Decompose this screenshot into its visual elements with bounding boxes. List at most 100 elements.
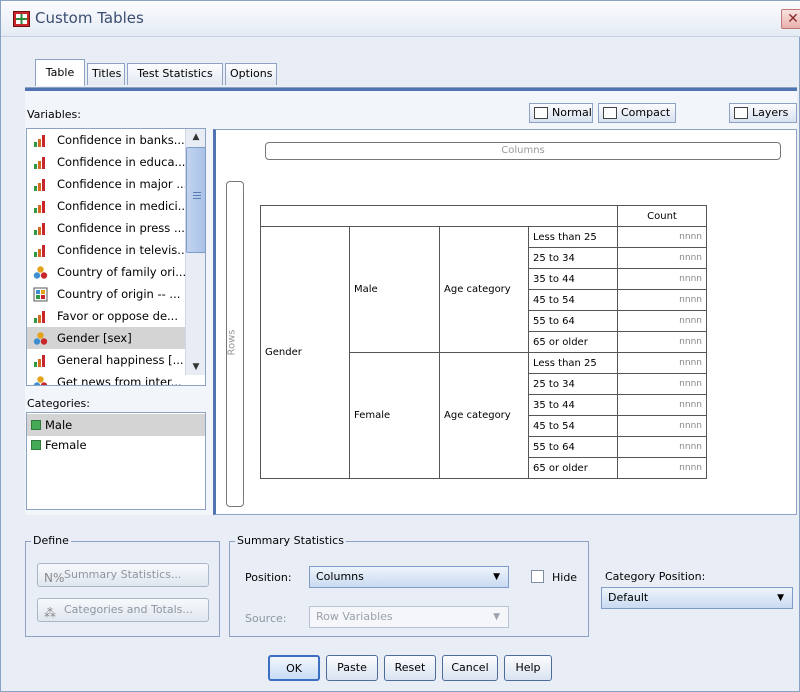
cancel-button[interactable]: Cancel	[442, 655, 498, 681]
category-cell: 65 or older	[528, 331, 618, 353]
normal-view-label: Normal	[552, 106, 592, 119]
count-cell: nnnn	[617, 331, 707, 353]
close-icon[interactable]: ✕	[787, 11, 799, 27]
count-cell: nnnn	[617, 436, 707, 458]
tab-options[interactable]: Options	[225, 63, 277, 85]
count-cell: nnnn	[617, 289, 707, 311]
rows-drop-zone[interactable]: Rows	[226, 181, 244, 507]
category-cell: 35 to 44	[528, 268, 618, 290]
variable-item[interactable]: General happiness [...	[27, 349, 192, 371]
count-cell: nnnn	[617, 373, 707, 395]
chevron-down-icon: ▼	[493, 572, 500, 582]
category-cell: Less than 25	[528, 226, 618, 248]
nested-variable-cell: Age category	[439, 352, 529, 479]
help-button[interactable]: Help	[504, 655, 552, 681]
count-header: Count	[617, 205, 707, 227]
count-cell: nnnn	[617, 352, 707, 374]
category-icon	[31, 440, 41, 450]
variable-item[interactable]: Confidence in medici...	[27, 195, 192, 217]
category-icon	[31, 420, 41, 430]
scale-icon	[33, 155, 48, 170]
title-bar: Custom Tables ✕	[1, 1, 800, 37]
variable-item[interactable]: Confidence in major ...	[27, 173, 192, 195]
category-item[interactable]: Male	[27, 414, 205, 436]
categories-totals-button-label: Categories and Totals...	[64, 603, 193, 616]
summary-statistics-button-label: Summary Statistics...	[64, 568, 182, 581]
columns-drop-zone[interactable]: Columns	[265, 142, 781, 160]
layers-button[interactable]: Layers	[729, 103, 797, 123]
scroll-thumb[interactable]	[186, 147, 206, 253]
hide-checkbox[interactable]	[531, 570, 544, 583]
category-cell: Less than 25	[528, 352, 618, 374]
tab-titles[interactable]: Titles	[87, 63, 125, 85]
category-label: Female	[45, 438, 87, 452]
variable-label: Country of family ori...	[57, 265, 187, 279]
paste-button[interactable]: Paste	[326, 655, 378, 681]
variable-item[interactable]: Country of origin -- ...	[27, 283, 192, 305]
category-cell: 45 to 54	[528, 289, 618, 311]
multiple-response-icon	[33, 287, 48, 302]
count-cell: nnnn	[617, 247, 707, 269]
position-dropdown[interactable]: Columns ▼	[309, 566, 509, 588]
categories-list[interactable]: Male Female	[26, 412, 206, 510]
scale-icon	[33, 221, 48, 236]
columns-drop-label: Columns	[501, 145, 545, 156]
chevron-down-icon: ▼	[493, 612, 500, 622]
variable-item[interactable]: Favor or oppose de...	[27, 305, 192, 327]
variable-label: Favor or oppose de...	[57, 309, 178, 323]
scroll-down-arrow-icon[interactable]: ▼	[186, 359, 206, 375]
variable-label: Country of origin -- ...	[57, 287, 181, 301]
variable-label: Confidence in educa...	[57, 155, 186, 169]
category-item[interactable]: Female	[27, 434, 205, 456]
nominal-icon	[33, 265, 48, 280]
scroll-up-arrow-icon[interactable]: ▲	[186, 129, 206, 145]
variable-item[interactable]: Confidence in banks...	[27, 129, 192, 151]
custom-tables-dialog: Custom Tables ✕ Table Titles Test Statis…	[0, 0, 800, 692]
custom-tables-app-icon	[13, 11, 30, 27]
compact-view-label: Compact	[621, 106, 671, 119]
variable-item[interactable]: Confidence in televis...	[27, 239, 192, 261]
compact-grid-icon	[603, 107, 617, 119]
variable-item[interactable]: Gender [sex]	[27, 327, 192, 349]
category-cell: 55 to 64	[528, 310, 618, 332]
variables-list[interactable]: Confidence in banks... Confidence in educ…	[26, 128, 206, 386]
variables-scrollbar[interactable]: ▲ ▼	[185, 129, 206, 375]
scale-icon	[33, 309, 48, 324]
tab-table[interactable]: Table	[35, 59, 85, 86]
variable-item[interactable]: Confidence in press ...	[27, 217, 192, 239]
normal-view-button[interactable]: Normal	[529, 103, 593, 123]
categories-label: Categories:	[27, 397, 90, 410]
category-cell: 55 to 64	[528, 436, 618, 458]
count-cell: nnnn	[617, 226, 707, 248]
hide-label: Hide	[552, 571, 578, 584]
variable-label: Confidence in press ...	[57, 221, 185, 235]
source-label: Source:	[245, 612, 287, 625]
reset-button[interactable]: Reset	[384, 655, 436, 681]
categories-icon: ⁂	[44, 606, 56, 620]
grip-icon	[193, 192, 201, 193]
compact-view-button[interactable]: Compact	[598, 103, 676, 123]
source-dropdown[interactable]: Row Variables ▼	[309, 606, 509, 628]
summary-statistics-icon: N%	[44, 571, 65, 585]
summary-statistics-button[interactable]: N% Summary Statistics...	[37, 563, 209, 587]
category-cell: 45 to 54	[528, 415, 618, 437]
define-legend: Define	[31, 534, 71, 547]
variable-item[interactable]: Country of family ori...	[27, 261, 192, 283]
category-cell: 65 or older	[528, 457, 618, 479]
variable-item[interactable]: Get news from inter...	[27, 371, 192, 385]
ok-button[interactable]: OK	[268, 655, 320, 681]
variable-label: Confidence in banks...	[57, 133, 185, 147]
count-cell: nnnn	[617, 310, 707, 332]
categories-totals-button[interactable]: ⁂ Categories and Totals...	[37, 598, 209, 622]
normal-grid-icon	[534, 107, 548, 119]
category-cell: 25 to 34	[528, 373, 618, 395]
category-position-dropdown[interactable]: Default ▼	[601, 587, 793, 609]
variable-label: Gender [sex]	[57, 331, 132, 345]
preview-table[interactable]: Count Gender Male Age category Less than 25 n…	[260, 205, 707, 479]
row-variable-cell: Gender	[260, 226, 350, 479]
layers-icon	[734, 107, 748, 119]
tab-test-statistics[interactable]: Test Statistics	[127, 63, 223, 85]
close-button[interactable]: ✕	[781, 9, 800, 29]
category-position-value: Default	[608, 591, 649, 604]
variable-item[interactable]: Confidence in educa...	[27, 151, 192, 173]
